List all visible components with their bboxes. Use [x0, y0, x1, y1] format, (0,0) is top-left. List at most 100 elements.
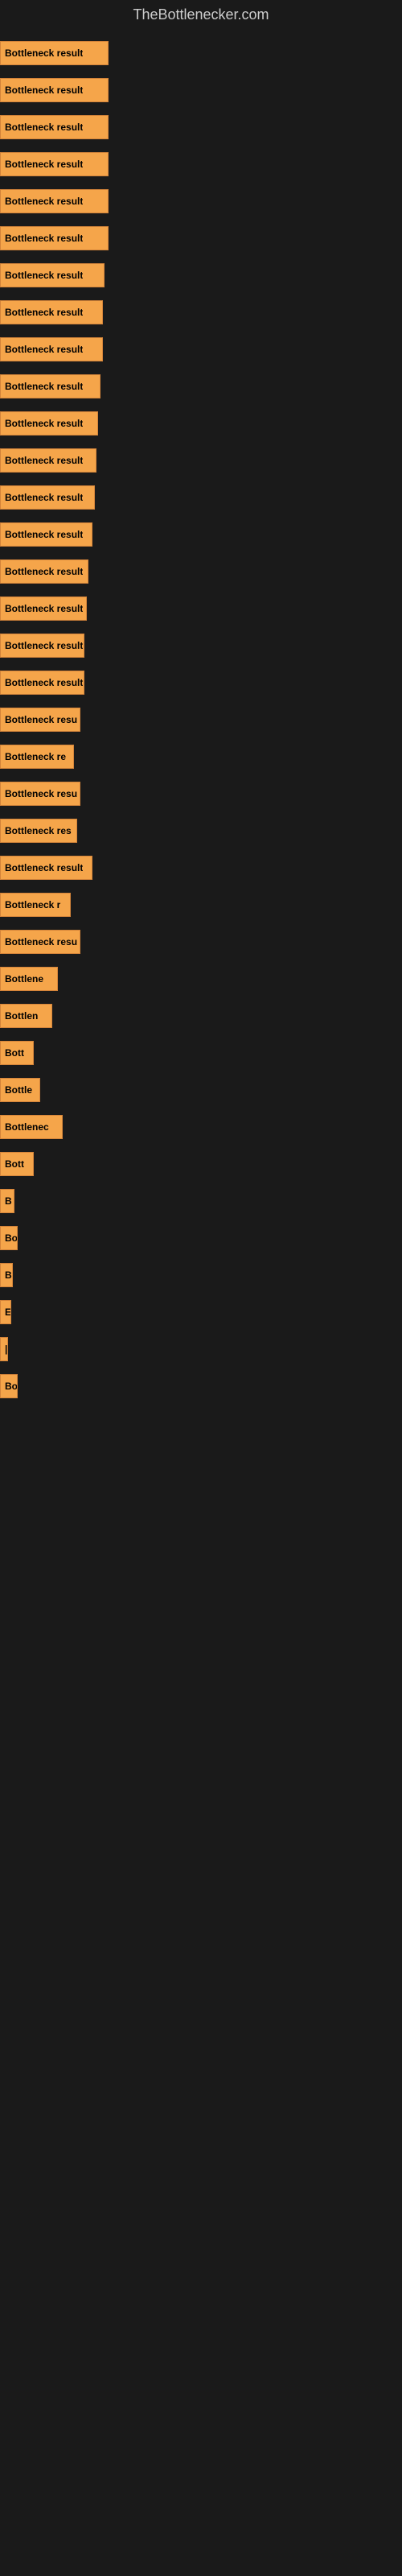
bar-row: Bottleneck result [0, 223, 402, 254]
bottleneck-bar: Bottleneck result [0, 522, 92, 547]
bar-row: Bo [0, 1223, 402, 1253]
bottleneck-bar: Bottleneck result [0, 597, 87, 621]
bar-label: E [5, 1307, 10, 1318]
bar-row: Bottleneck result [0, 445, 402, 476]
bar-label: Bottleneck result [5, 381, 83, 392]
bottleneck-bar: Bott [0, 1041, 34, 1065]
bottleneck-bar: Bottleneck result [0, 78, 109, 102]
bars-container: Bottleneck result Bottleneck result Bottle… [0, 30, 402, 1416]
bottleneck-bar: Bottleneck resu [0, 708, 80, 732]
bar-label: Bottleneck result [5, 47, 83, 59]
bar-label: Bottleneck result [5, 196, 83, 207]
bottleneck-bar: Bottle [0, 1078, 40, 1102]
bottleneck-bar: Bottleneck result [0, 856, 92, 880]
bar-row: Bottleneck result [0, 667, 402, 698]
bar-label: Bottleneck result [5, 344, 83, 355]
bar-label: Bottleneck result [5, 529, 83, 540]
bottleneck-bar: Bottleneck result [0, 559, 88, 584]
bottleneck-bar: Bottleneck result [0, 300, 103, 324]
bottleneck-bar: Bottleneck result [0, 226, 109, 250]
bottleneck-bar: Bottleneck result [0, 411, 98, 436]
bar-label: Bott [5, 1047, 24, 1059]
bottleneck-bar: | [0, 1337, 8, 1361]
bottleneck-bar: Bottleneck result [0, 115, 109, 139]
bar-row: Bottleneck result [0, 186, 402, 217]
bottleneck-bar: Bottleneck result [0, 152, 109, 176]
bar-row: B [0, 1260, 402, 1290]
bar-label: Bottlen [5, 1010, 38, 1022]
bottleneck-bar: Bottleneck res [0, 819, 77, 843]
bar-label: Bottleneck resu [5, 714, 77, 725]
bottleneck-bar: Bottlen [0, 1004, 52, 1028]
bar-row: Bottleneck result [0, 334, 402, 365]
bar-label: Bott [5, 1158, 24, 1170]
bar-row: Bottleneck resu [0, 927, 402, 957]
bar-label: Bottleneck resu [5, 936, 77, 947]
bar-row: E [0, 1297, 402, 1327]
bar-row: Bottleneck resu [0, 704, 402, 735]
bar-row: | [0, 1334, 402, 1364]
site-title-text: TheBottlenecker.com [133, 6, 269, 23]
bar-label: B [5, 1269, 12, 1281]
bar-label: Bottlenec [5, 1121, 49, 1133]
bottleneck-bar: Bottlene [0, 967, 58, 991]
bar-label: Bottleneck re [5, 751, 66, 762]
bar-label: | [5, 1344, 7, 1355]
bar-label: Bo [5, 1381, 17, 1392]
bar-label: Bottleneck result [5, 862, 83, 873]
bar-row: Bottleneck re [0, 741, 402, 772]
bar-row: Bottleneck result [0, 593, 402, 624]
bar-label: B [5, 1195, 12, 1207]
bar-label: Bottleneck result [5, 233, 83, 244]
bottleneck-bar: Bottleneck result [0, 671, 84, 695]
bar-label: Bottleneck r [5, 899, 60, 910]
bar-label: Bottleneck result [5, 270, 83, 281]
bar-row: Bottleneck result [0, 519, 402, 550]
bottleneck-bar: B [0, 1263, 13, 1287]
bar-label: Bottleneck result [5, 418, 83, 429]
bar-label: Bottlene [5, 973, 43, 985]
site-title: TheBottlenecker.com [0, 0, 402, 30]
bar-row: Bottleneck r [0, 890, 402, 920]
bar-row: B [0, 1186, 402, 1216]
bottleneck-bar: Bottleneck r [0, 893, 71, 917]
bar-row: Bott [0, 1149, 402, 1179]
bar-label: Bottleneck result [5, 122, 83, 133]
bar-row: Bottleneck resu [0, 778, 402, 809]
bar-row: Bottleneck result [0, 630, 402, 661]
bar-label: Bottleneck result [5, 677, 83, 688]
bar-label: Bottleneck res [5, 825, 72, 836]
bar-label: Bo [5, 1232, 17, 1244]
bar-label: Bottle [5, 1084, 32, 1096]
bottleneck-bar: Bottleneck result [0, 41, 109, 65]
bar-row: Bottle [0, 1075, 402, 1105]
bar-row: Bottleneck result [0, 38, 402, 68]
bottleneck-bar: Bottleneck result [0, 448, 96, 473]
bottleneck-bar: Bo [0, 1374, 18, 1398]
bottleneck-bar: Bottleneck result [0, 485, 95, 510]
bar-row: Bottleneck result [0, 112, 402, 142]
bottleneck-bar: Bottlenec [0, 1115, 63, 1139]
bar-row: Bottleneck result [0, 371, 402, 402]
bar-row: Bottleneck result [0, 556, 402, 587]
bar-row: Bottleneck result [0, 408, 402, 439]
bottleneck-bar: Bo [0, 1226, 18, 1250]
bar-row: Bottlen [0, 1001, 402, 1031]
bar-row: Bottleneck result [0, 852, 402, 883]
bar-label: Bottleneck result [5, 159, 83, 170]
bar-row: Bottleneck result [0, 75, 402, 105]
bar-label: Bottleneck result [5, 492, 83, 503]
bar-row: Bott [0, 1038, 402, 1068]
bottleneck-bar: Bottleneck result [0, 337, 103, 361]
bar-row: Bo [0, 1371, 402, 1402]
bottleneck-bar: E [0, 1300, 11, 1324]
bar-label: Bottleneck result [5, 85, 83, 96]
bottleneck-bar: Bottleneck result [0, 374, 100, 398]
bar-row: Bottlene [0, 964, 402, 994]
bottleneck-bar: Bottleneck result [0, 634, 84, 658]
bar-row: Bottleneck result [0, 482, 402, 513]
bottleneck-bar: Bott [0, 1152, 34, 1176]
bar-row: Bottleneck result [0, 297, 402, 328]
bottleneck-bar: Bottleneck re [0, 745, 74, 769]
bar-label: Bottleneck result [5, 640, 83, 651]
